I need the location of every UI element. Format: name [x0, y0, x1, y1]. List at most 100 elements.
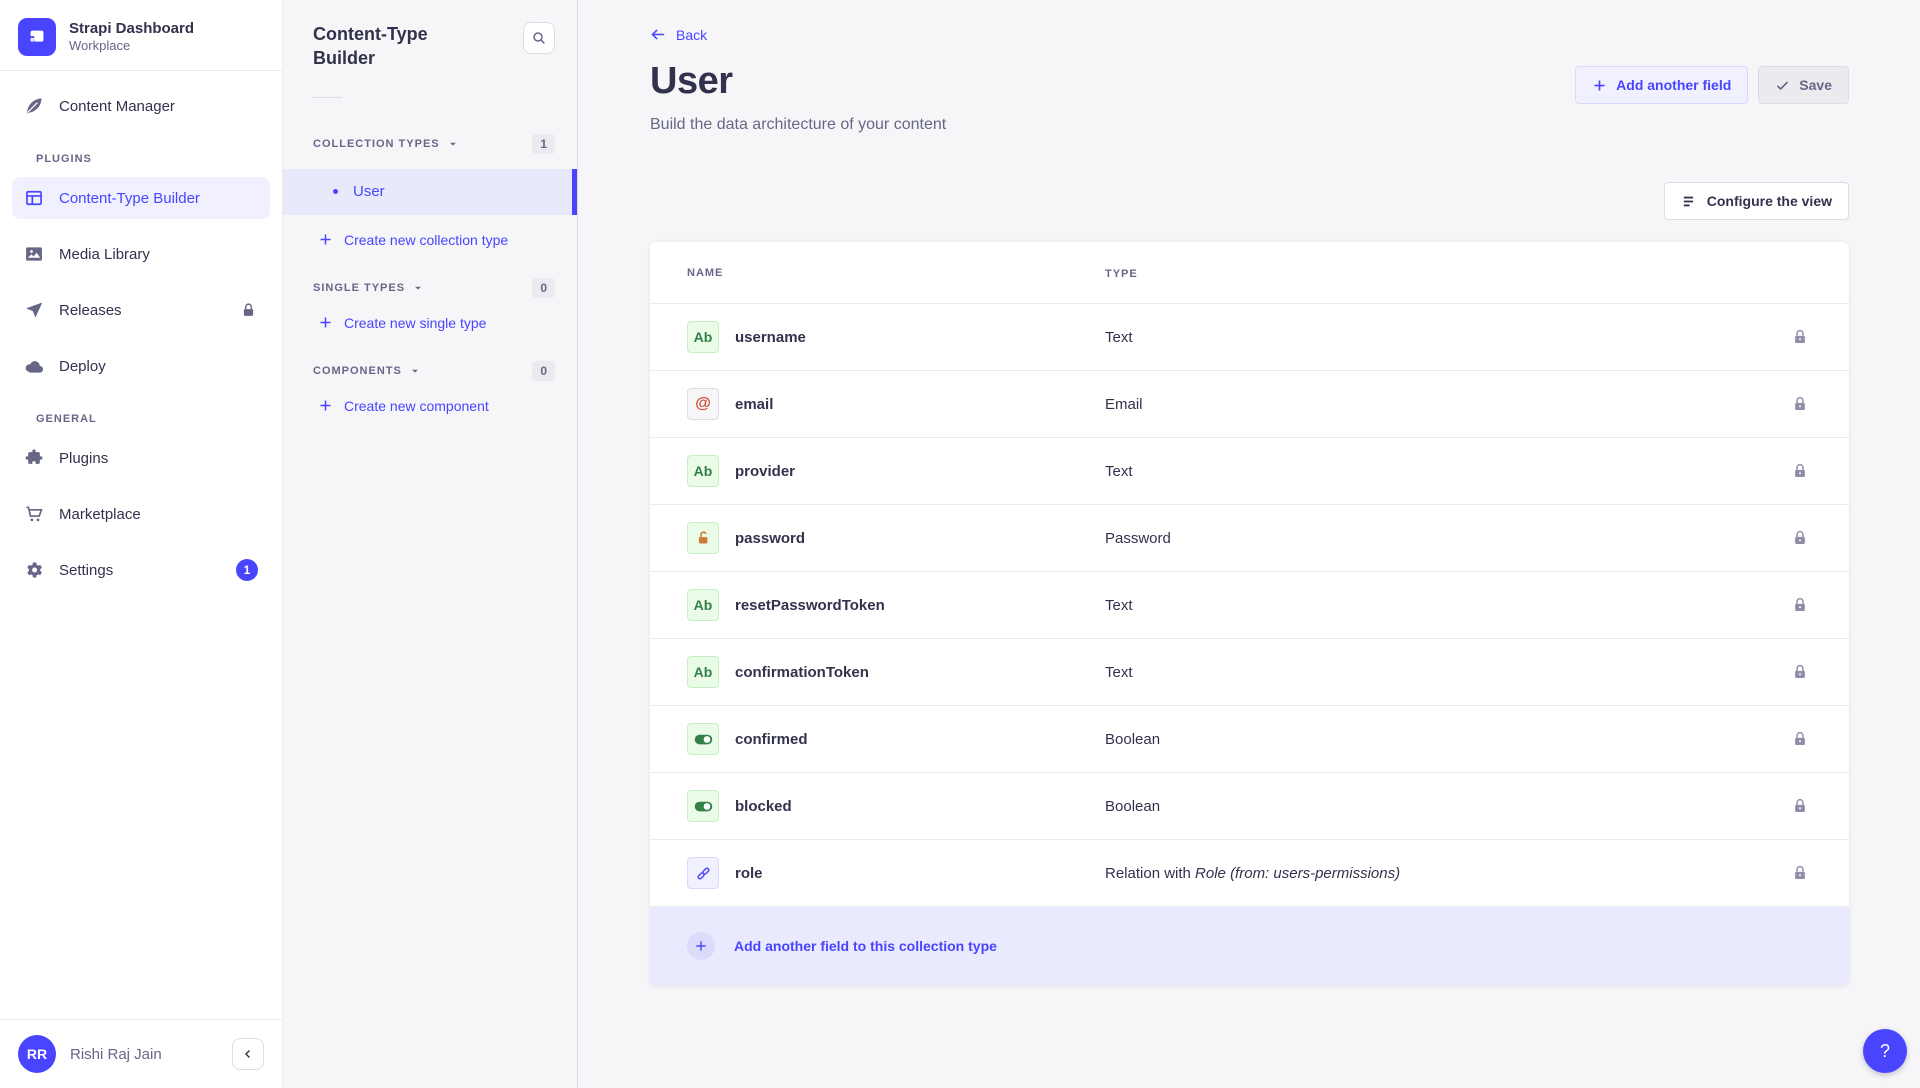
table-row[interactable]: blocked Boolean	[650, 773, 1849, 840]
main-nav: Strapi Dashboard Workplace Content Manag…	[0, 0, 283, 1088]
gear-icon	[24, 560, 44, 580]
table-row[interactable]: Ab confirmationToken Text	[650, 639, 1849, 706]
picture-icon	[24, 244, 44, 264]
email-field-icon: @	[687, 388, 719, 420]
nav-section-general: GENERAL	[12, 413, 270, 425]
single-types-count: 0	[532, 278, 555, 298]
content-type-builder-subnav: Content-Type Builder COLLECTION TYPES 1 …	[283, 0, 578, 1088]
relation-field-icon	[687, 857, 719, 889]
help-button[interactable]: ?	[1863, 1029, 1907, 1073]
avatar[interactable]: RR	[18, 1035, 56, 1073]
chevron-down-icon	[448, 139, 458, 149]
text-field-icon: Ab	[687, 321, 719, 353]
single-types-section-header[interactable]: SINGLE TYPES 0	[283, 278, 577, 298]
page-title: User	[650, 60, 946, 103]
chevron-down-icon	[413, 283, 423, 293]
table-row[interactable]: Ab username Text	[650, 304, 1849, 371]
table-row[interactable]: confirmed Boolean	[650, 706, 1849, 773]
field-name: password	[735, 530, 805, 547]
lock-icon	[240, 301, 258, 319]
sidebar-item-label: Content-Type Builder	[59, 190, 200, 207]
add-field-footer-button[interactable]: Add another field to this collection typ…	[650, 907, 1849, 985]
plus-icon	[1592, 78, 1607, 93]
plus-circle-icon	[687, 932, 715, 960]
column-header-name: NAME	[687, 267, 723, 279]
bullet-icon	[333, 189, 338, 194]
subnav-title: Content-Type Builder	[313, 22, 463, 71]
plus-icon	[318, 315, 333, 330]
sidebar-item-deploy[interactable]: Deploy	[12, 345, 270, 387]
fields-table-body: Ab username Text @ email Email Ab provid…	[650, 304, 1849, 907]
field-name: role	[735, 865, 763, 882]
components-count: 0	[532, 361, 555, 381]
field-type: Relation with Role (from: users-permissi…	[1105, 865, 1785, 882]
field-name: username	[735, 329, 806, 346]
workspace-brand[interactable]: Strapi Dashboard Workplace	[0, 0, 282, 71]
search-button[interactable]	[523, 22, 555, 54]
lock-icon	[1791, 663, 1809, 681]
field-name: provider	[735, 463, 795, 480]
table-header: NAME TYPE	[650, 242, 1849, 304]
table-row[interactable]: password Password	[650, 505, 1849, 572]
cloud-icon	[24, 356, 44, 376]
sidebar-item-label: Settings	[59, 562, 113, 579]
subnav-item-user[interactable]: User	[283, 169, 577, 215]
sidebar-item-label: Plugins	[59, 450, 108, 467]
lock-icon	[1791, 395, 1809, 413]
field-name: blocked	[735, 798, 792, 815]
boolean-field-icon	[687, 790, 719, 822]
column-header-type: TYPE	[1105, 268, 1138, 280]
text-field-icon: Ab	[687, 455, 719, 487]
collection-types-section-header[interactable]: COLLECTION TYPES 1	[283, 134, 577, 154]
sidebar-item-label: Releases	[59, 302, 122, 319]
create-component-link[interactable]: Create new component	[283, 381, 577, 414]
field-type: Password	[1105, 530, 1785, 547]
fields-table-card: NAME TYPE Ab username Text @ email Email	[650, 242, 1849, 985]
plus-icon	[318, 232, 333, 247]
paper-plane-icon	[24, 300, 44, 320]
chevron-down-icon	[410, 366, 420, 376]
table-row[interactable]: Ab resetPasswordToken Text	[650, 572, 1849, 639]
save-button[interactable]: Save	[1758, 66, 1849, 104]
sidebar-item-plugins[interactable]: Plugins	[12, 437, 270, 479]
sidebar-item-releases[interactable]: Releases	[12, 289, 270, 331]
field-type: Text	[1105, 329, 1785, 346]
back-link[interactable]: Back	[650, 26, 707, 43]
check-icon	[1775, 78, 1790, 93]
collection-types-count: 1	[532, 134, 555, 154]
table-row[interactable]: role Relation with Role (from: users-per…	[650, 840, 1849, 907]
sidebar-item-marketplace[interactable]: Marketplace	[12, 493, 270, 535]
sidebar-item-content-manager[interactable]: Content Manager	[12, 85, 270, 127]
back-arrow-icon	[650, 26, 667, 43]
main-content: Back User Build the data architecture of…	[584, 0, 1920, 1088]
layers-filter-icon	[1681, 193, 1698, 210]
table-row[interactable]: Ab provider Text	[650, 438, 1849, 505]
sidebar-item-label: Marketplace	[59, 506, 141, 523]
collapse-nav-button[interactable]	[232, 1038, 264, 1070]
field-name: email	[735, 396, 773, 413]
field-name: confirmed	[735, 731, 808, 748]
sidebar-item-media-library[interactable]: Media Library	[12, 233, 270, 275]
search-icon	[531, 30, 547, 46]
layout-icon	[24, 188, 44, 208]
app-title: Strapi Dashboard	[69, 19, 194, 39]
field-name: confirmationToken	[735, 664, 869, 681]
create-collection-type-link[interactable]: Create new collection type	[283, 215, 577, 248]
lock-icon	[1791, 864, 1809, 882]
table-row[interactable]: @ email Email	[650, 371, 1849, 438]
lock-icon	[1791, 797, 1809, 815]
settings-badge: 1	[236, 559, 258, 581]
field-type: Boolean	[1105, 798, 1785, 815]
add-another-field-button[interactable]: Add another field	[1575, 66, 1748, 104]
create-single-type-link[interactable]: Create new single type	[283, 298, 577, 331]
sidebar-item-label: Content Manager	[59, 98, 175, 115]
field-type: Email	[1105, 396, 1785, 413]
feather-icon	[24, 96, 44, 116]
sidebar-item-content-type-builder[interactable]: Content-Type Builder	[12, 177, 270, 219]
components-section-header[interactable]: COMPONENTS 0	[283, 361, 577, 381]
lock-icon	[1791, 462, 1809, 480]
sidebar-item-settings[interactable]: Settings 1	[12, 549, 270, 591]
lock-icon	[1791, 730, 1809, 748]
lock-icon	[1791, 596, 1809, 614]
configure-view-button[interactable]: Configure the view	[1664, 182, 1849, 220]
